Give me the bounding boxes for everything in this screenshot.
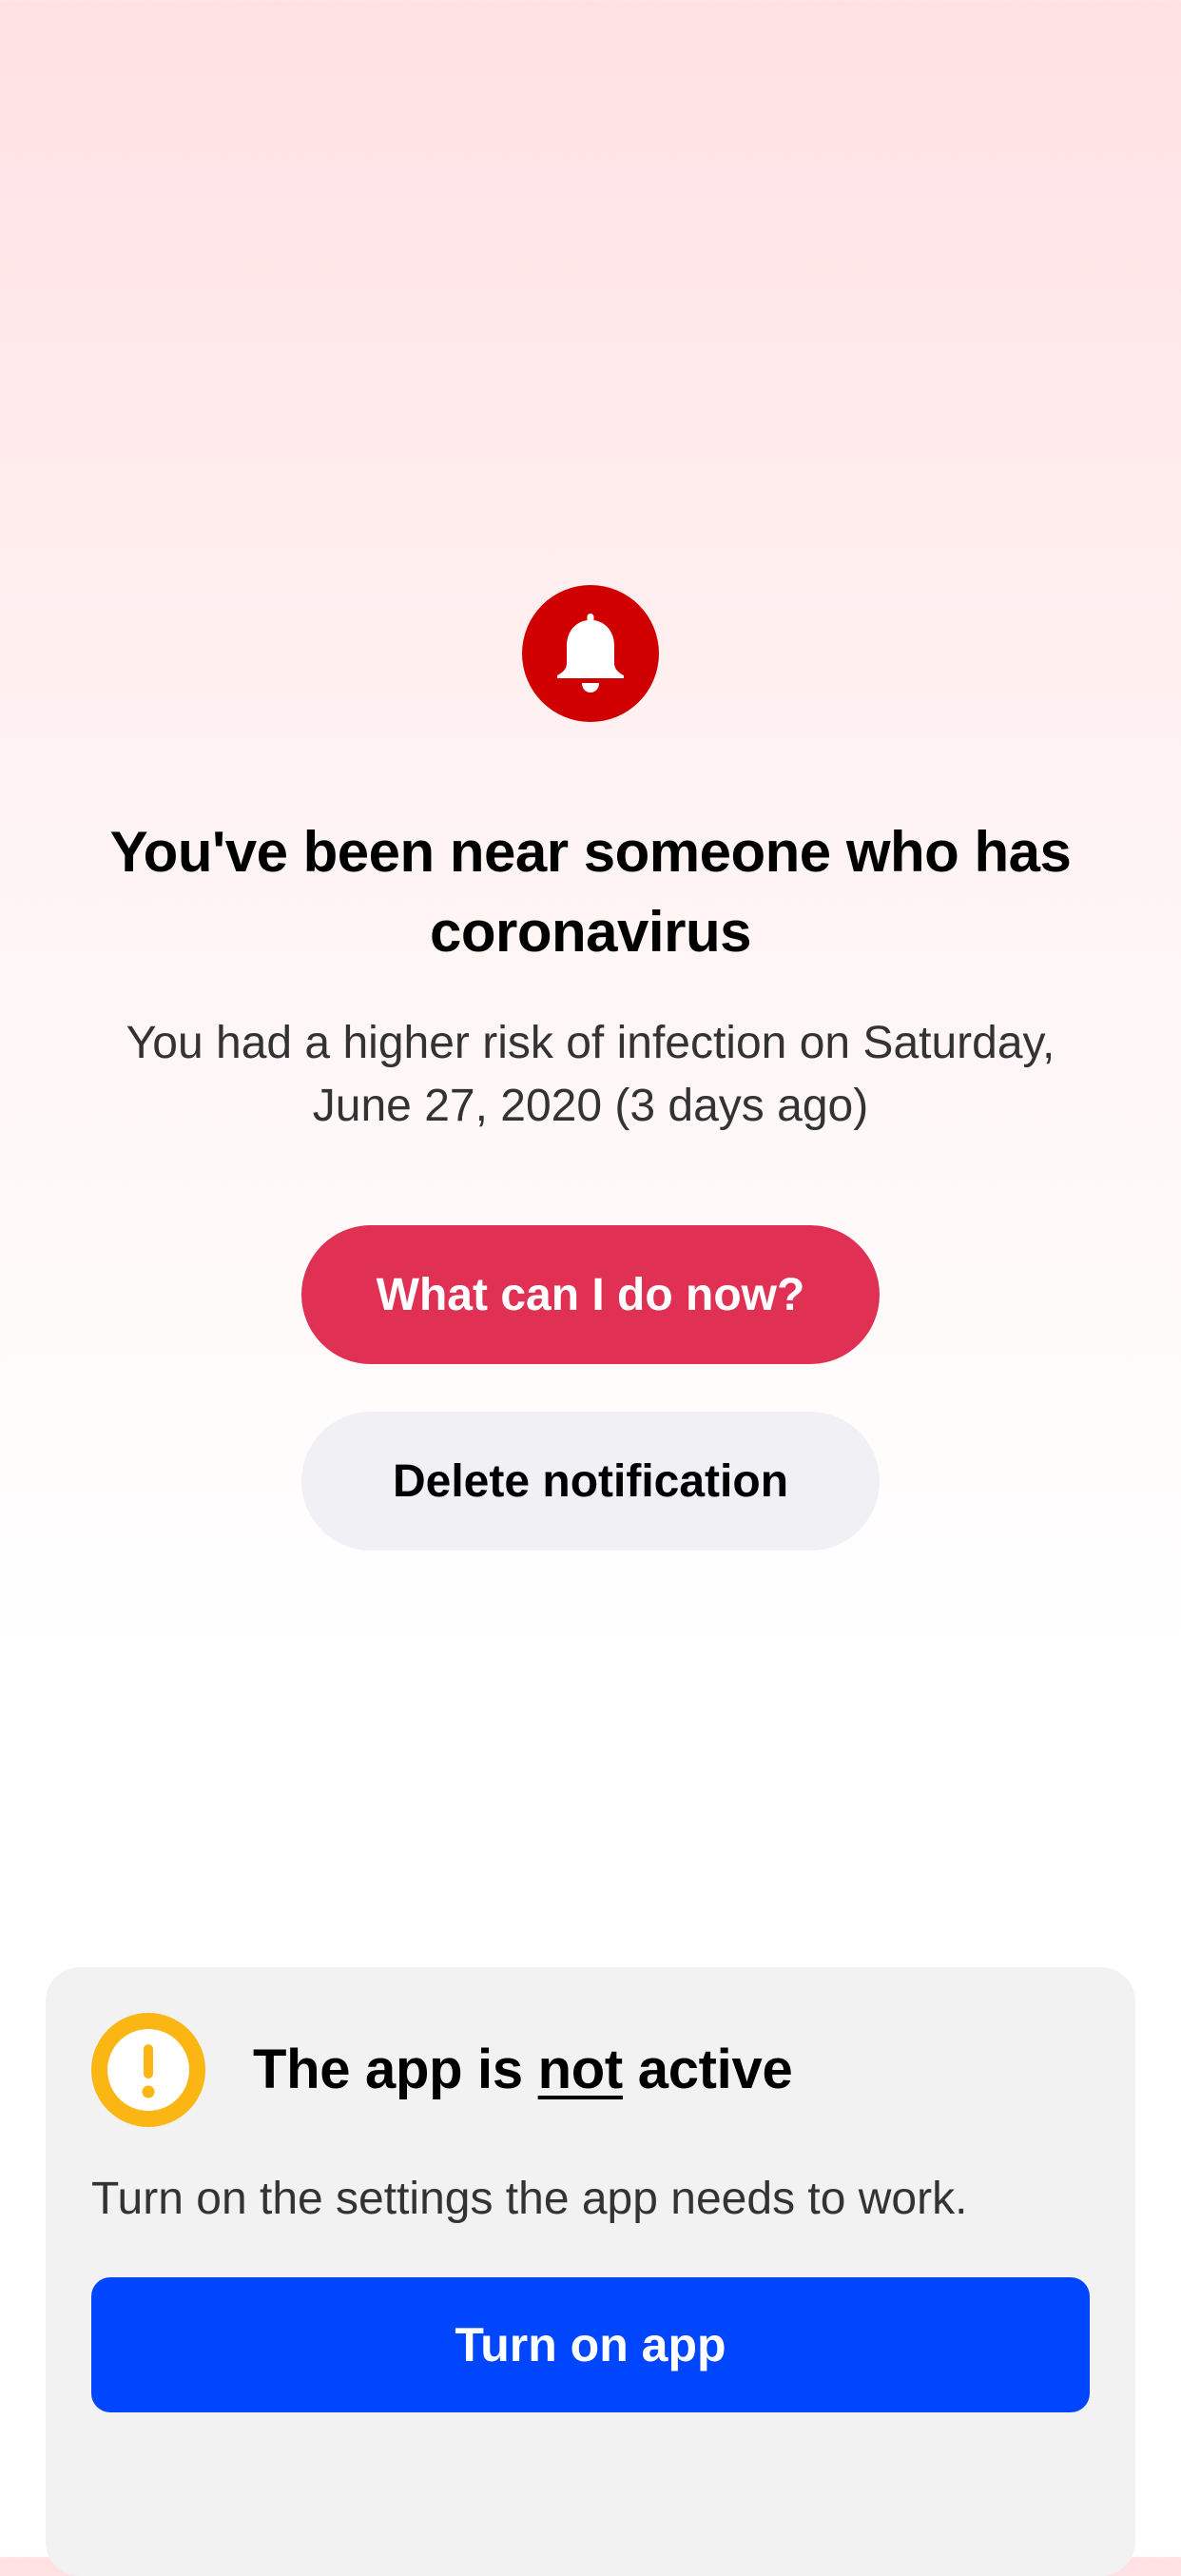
delete-notification-button[interactable]: Delete notification: [301, 1412, 880, 1551]
what-can-i-do-button[interactable]: What can I do now?: [301, 1225, 880, 1364]
turn-on-app-button[interactable]: Turn on app: [91, 2277, 1090, 2412]
app-status-card: The app is not active Turn on the settin…: [46, 1967, 1135, 2576]
exclamation-icon: [91, 2013, 205, 2127]
app-status-title-emphasis: not: [537, 2039, 624, 2100]
exposure-description: You had a higher risk of infection on Sa…: [126, 1018, 1055, 1131]
bell-icon: [522, 585, 659, 722]
app-status-title: The app is not active: [253, 2032, 793, 2108]
exposure-headline: You've been near someone who has coronav…: [109, 820, 1072, 964]
exclamation-icon-glyph: [142, 2044, 155, 2098]
app-status-description: Turn on the settings the app needs to wo…: [91, 2174, 968, 2224]
app-status-title-suffix: active: [622, 2039, 793, 2100]
app-status-title-prefix: The app is: [253, 2039, 538, 2100]
bell-icon-glyph: [557, 614, 624, 693]
